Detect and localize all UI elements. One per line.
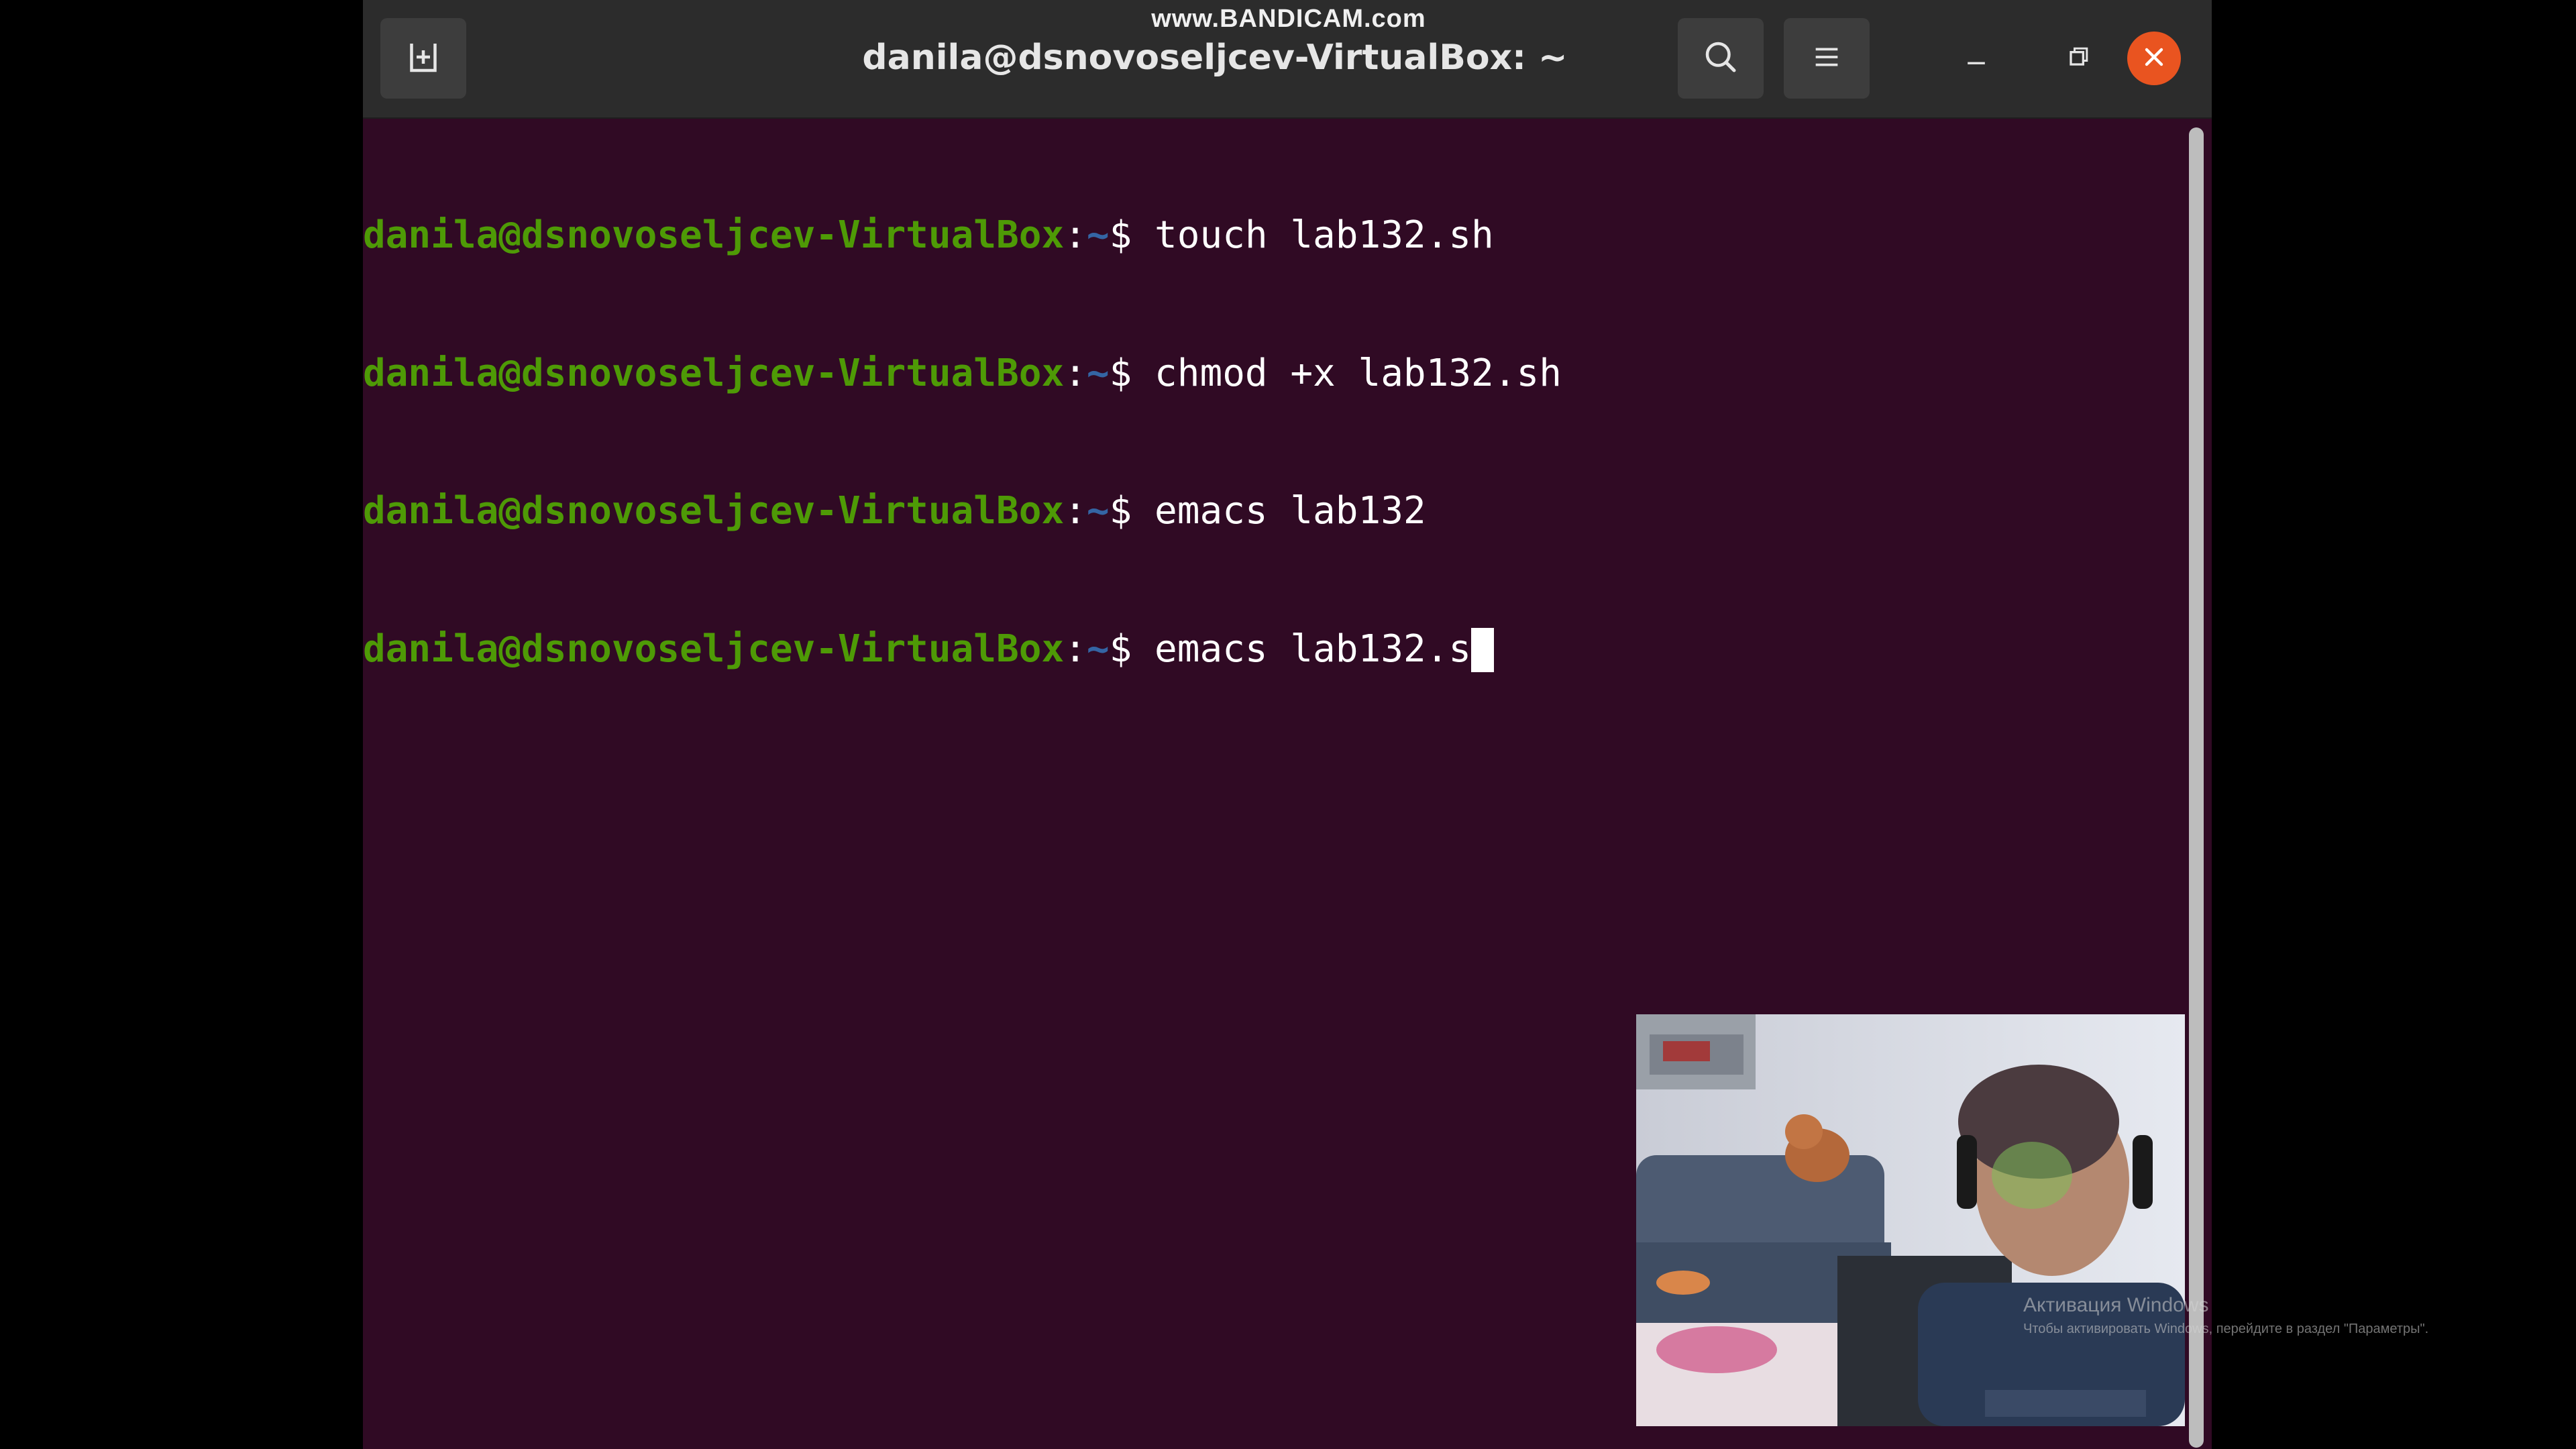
command-text: touch lab132.sh: [1155, 213, 1494, 257]
window-title: danila@dsnovoseljcev-VirtualBox: ~: [862, 38, 1568, 78]
prompt-user: danila@dsnovoseljcev-VirtualBox: [363, 627, 1065, 671]
prompt-colon: :: [1064, 351, 1087, 395]
bandicam-watermark: www.BANDICAM.com: [1151, 5, 1426, 33]
prompt-dollar: $: [1109, 351, 1155, 395]
prompt-colon: :: [1064, 489, 1087, 533]
prompt-dollar: $: [1109, 213, 1155, 257]
text-cursor: [1471, 627, 1495, 672]
terminal-line: danila@dsnovoseljcev-VirtualBox:~$ touch…: [363, 213, 2184, 259]
prompt-user: danila@dsnovoseljcev-VirtualBox: [363, 489, 1065, 533]
prompt-path: ~: [1086, 213, 1110, 257]
command-input[interactable]: emacs lab132.s: [1155, 627, 1471, 671]
new-tab-icon: [403, 37, 443, 80]
scrollbar[interactable]: [2189, 127, 2204, 1448]
activation-title: Активация Windows: [2023, 1294, 2209, 1316]
hamburger-menu-icon: [1808, 38, 1845, 78]
prompt-path: ~: [1086, 489, 1110, 533]
search-button[interactable]: [1678, 18, 1764, 99]
prompt-user: danila@dsnovoseljcev-VirtualBox: [363, 213, 1065, 257]
search-icon: [1701, 37, 1741, 80]
windows-activation-watermark: Активация Windows Чтобы активировать Win…: [2023, 1292, 2560, 1339]
command-text: emacs lab132: [1155, 489, 1426, 533]
prompt-colon: :: [1064, 627, 1087, 671]
minimize-button[interactable]: [1946, 28, 2006, 89]
prompt-dollar: $: [1109, 627, 1155, 671]
prompt-path: ~: [1086, 351, 1110, 395]
webcam-image: [1636, 1014, 2185, 1426]
title-bar[interactable]: www.BANDICAM.com danila@dsnovoseljcev-Vi…: [363, 0, 2212, 119]
minimize-icon: [1962, 42, 1991, 74]
close-icon: [2139, 42, 2169, 74]
menu-button[interactable]: [1784, 18, 1870, 99]
prompt-dollar: $: [1109, 489, 1155, 533]
terminal-line: danila@dsnovoseljcev-VirtualBox:~$ emacs…: [363, 488, 2184, 535]
webcam-overlay: [1636, 1014, 2185, 1426]
prompt-path: ~: [1086, 627, 1110, 671]
new-tab-button[interactable]: [380, 18, 466, 99]
terminal-line-current[interactable]: danila@dsnovoseljcev-VirtualBox:~$ emacs…: [363, 627, 2184, 673]
prompt-user: danila@dsnovoseljcev-VirtualBox: [363, 351, 1065, 395]
terminal-line: danila@dsnovoseljcev-VirtualBox:~$ chmod…: [363, 351, 2184, 397]
restore-icon: [2063, 42, 2093, 74]
prompt-colon: :: [1064, 213, 1087, 257]
command-text: chmod +x lab132.sh: [1155, 351, 1562, 395]
activation-subtitle: Чтобы активировать Windows, перейдите в …: [2023, 1322, 2429, 1336]
close-button[interactable]: [2127, 32, 2181, 85]
restore-button[interactable]: [2048, 28, 2108, 89]
